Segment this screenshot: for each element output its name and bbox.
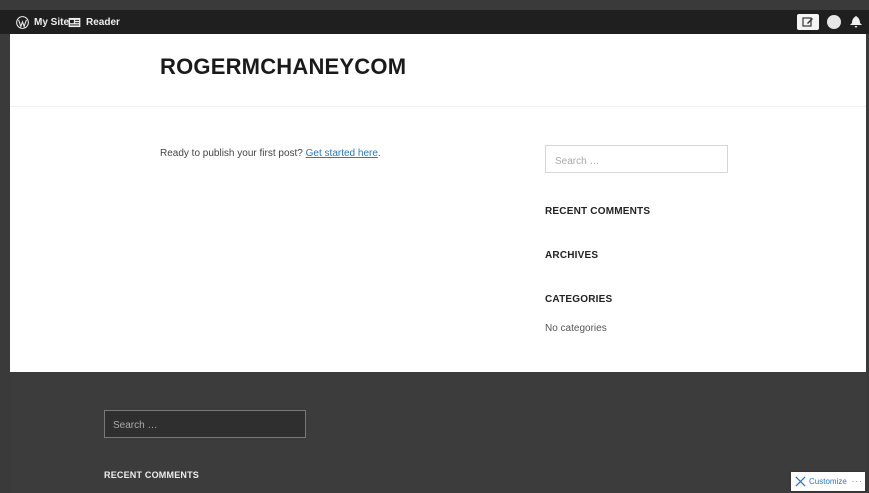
prompt-tail: .: [377, 148, 381, 159]
screen-frame-left: [0, 0, 10, 493]
wordpress-logo-icon: [16, 15, 29, 29]
admin-bar: My Site Reader: [0, 0, 869, 34]
my-site-link[interactable]: My Site: [16, 10, 69, 34]
my-site-label: My Site: [34, 16, 70, 28]
footer-recent-comments-heading: RECENT COMMENTS: [104, 470, 199, 480]
tools-icon: [795, 476, 806, 487]
footer-search-input[interactable]: Search …: [104, 410, 306, 438]
write-post-button[interactable]: [797, 14, 819, 30]
customize-label: Customize: [809, 477, 847, 486]
reader-label: Reader: [86, 16, 120, 28]
sidebar-archives-heading: ARCHIVES: [545, 250, 599, 261]
sidebar-search-input[interactable]: Search …: [545, 145, 728, 173]
avatar[interactable]: [827, 15, 841, 29]
notifications-icon[interactable]: [849, 15, 863, 29]
site-header: ROGERMCHANEYCOM: [10, 34, 866, 107]
admin-bar-right: [797, 13, 863, 31]
no-categories-text: No categories: [545, 323, 607, 334]
sidebar-categories-heading: CATEGORIES: [545, 294, 613, 305]
site-title[interactable]: ROGERMCHANEYCOM: [160, 54, 406, 80]
first-post-prompt: Ready to publish your first post? Get st…: [160, 148, 381, 159]
get-started-link[interactable]: Get started here: [306, 148, 378, 159]
customize-button[interactable]: Customize ···: [791, 472, 865, 491]
sidebar-recent-comments-heading: RECENT COMMENTS: [545, 206, 651, 217]
more-icon[interactable]: ···: [852, 477, 863, 486]
site-footer: Search … RECENT COMMENTS: [10, 372, 866, 493]
reader-link[interactable]: Reader: [68, 10, 120, 34]
prompt-text: Ready to publish your first post?: [160, 148, 306, 159]
reader-icon: [68, 17, 81, 27]
pencil-icon: [802, 17, 813, 27]
